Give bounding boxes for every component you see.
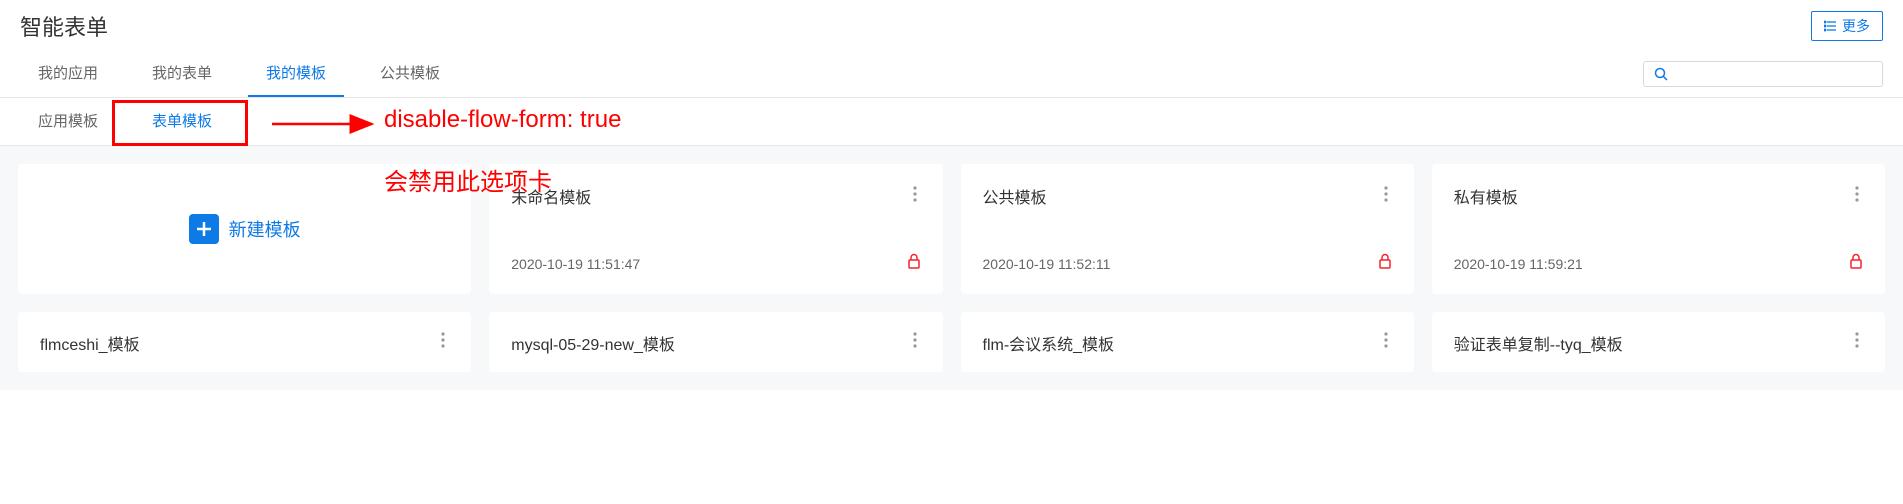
- vertical-dots-icon: [1855, 186, 1859, 202]
- vertical-dots-icon: [913, 186, 917, 202]
- card-grid: 新建模板 未命名模板 2020-10-19 11:51:47 公共模板: [18, 164, 1885, 372]
- lock-icon: [907, 253, 921, 274]
- card-title: flmceshi_模板: [40, 331, 140, 355]
- search-wrap: [1643, 61, 1883, 87]
- new-template-card[interactable]: 新建模板: [18, 164, 471, 294]
- template-card[interactable]: 验证表单复制--tyq_模板: [1432, 312, 1885, 372]
- card-date: 2020-10-19 11:52:11: [983, 256, 1111, 272]
- card-menu-button[interactable]: [437, 330, 449, 355]
- template-card[interactable]: mysql-05-29-new_模板: [489, 312, 942, 372]
- card-menu-button[interactable]: [909, 330, 921, 355]
- list-icon: [1824, 19, 1838, 33]
- vertical-dots-icon: [1384, 186, 1388, 202]
- card-menu-button[interactable]: [1380, 184, 1392, 209]
- card-title: 验证表单复制--tyq_模板: [1454, 331, 1623, 355]
- card-menu-button[interactable]: [1851, 184, 1863, 209]
- lock-icon: [1378, 253, 1392, 274]
- card-menu-button[interactable]: [1380, 330, 1392, 355]
- header-bar: 智能表单 更多: [0, 0, 1903, 50]
- vertical-dots-icon: [441, 332, 445, 348]
- template-card[interactable]: 公共模板 2020-10-19 11:52:11: [961, 164, 1414, 294]
- more-label: 更多: [1842, 16, 1870, 36]
- card-title: 公共模板: [983, 184, 1047, 208]
- vertical-dots-icon: [1384, 332, 1388, 348]
- card-title: 私有模板: [1454, 184, 1518, 208]
- card-date: 2020-10-19 11:59:21: [1454, 256, 1583, 272]
- new-template-button[interactable]: 新建模板: [189, 214, 301, 244]
- card-title: 未命名模板: [511, 184, 591, 208]
- lock-icon: [1849, 253, 1863, 274]
- content-area: 会禁用此选项卡 新建模板 未命名模板 2020-10-19 11:51:47: [0, 146, 1903, 390]
- annotation-text-1: disable-flow-form: true: [384, 106, 621, 134]
- card-menu-button[interactable]: [909, 184, 921, 209]
- template-card[interactable]: 私有模板 2020-10-19 11:59:21: [1432, 164, 1885, 294]
- new-template-label: 新建模板: [229, 216, 301, 242]
- tab-my-forms[interactable]: 我的表单: [134, 50, 230, 97]
- template-card[interactable]: flmceshi_模板: [18, 312, 471, 372]
- vertical-dots-icon: [1855, 332, 1859, 348]
- card-title: mysql-05-29-new_模板: [511, 331, 675, 355]
- search-icon: [1654, 67, 1668, 81]
- vertical-dots-icon: [913, 332, 917, 348]
- sub-tabs: 应用模板 表单模板 disable-flow-form: true: [0, 98, 1903, 146]
- tab-public-templates[interactable]: 公共模板: [362, 50, 458, 97]
- template-card[interactable]: flm-会议系统_模板: [961, 312, 1414, 372]
- template-card[interactable]: 未命名模板 2020-10-19 11:51:47: [489, 164, 942, 294]
- plus-icon: [189, 214, 219, 244]
- tab-my-templates[interactable]: 我的模板: [248, 50, 344, 97]
- tab-my-apps[interactable]: 我的应用: [20, 50, 116, 97]
- annotation-arrow-icon: [272, 112, 382, 136]
- search-input[interactable]: [1674, 66, 1872, 82]
- card-date: 2020-10-19 11:51:47: [511, 256, 640, 272]
- subtab-app-templates[interactable]: 应用模板: [20, 98, 116, 145]
- subtab-form-templates[interactable]: 表单模板: [134, 98, 230, 145]
- main-tabs: 我的应用 我的表单 我的模板 公共模板: [0, 50, 1903, 98]
- more-button[interactable]: 更多: [1811, 11, 1883, 41]
- card-title: flm-会议系统_模板: [983, 331, 1115, 355]
- card-menu-button[interactable]: [1851, 330, 1863, 355]
- page-title: 智能表单: [20, 10, 108, 42]
